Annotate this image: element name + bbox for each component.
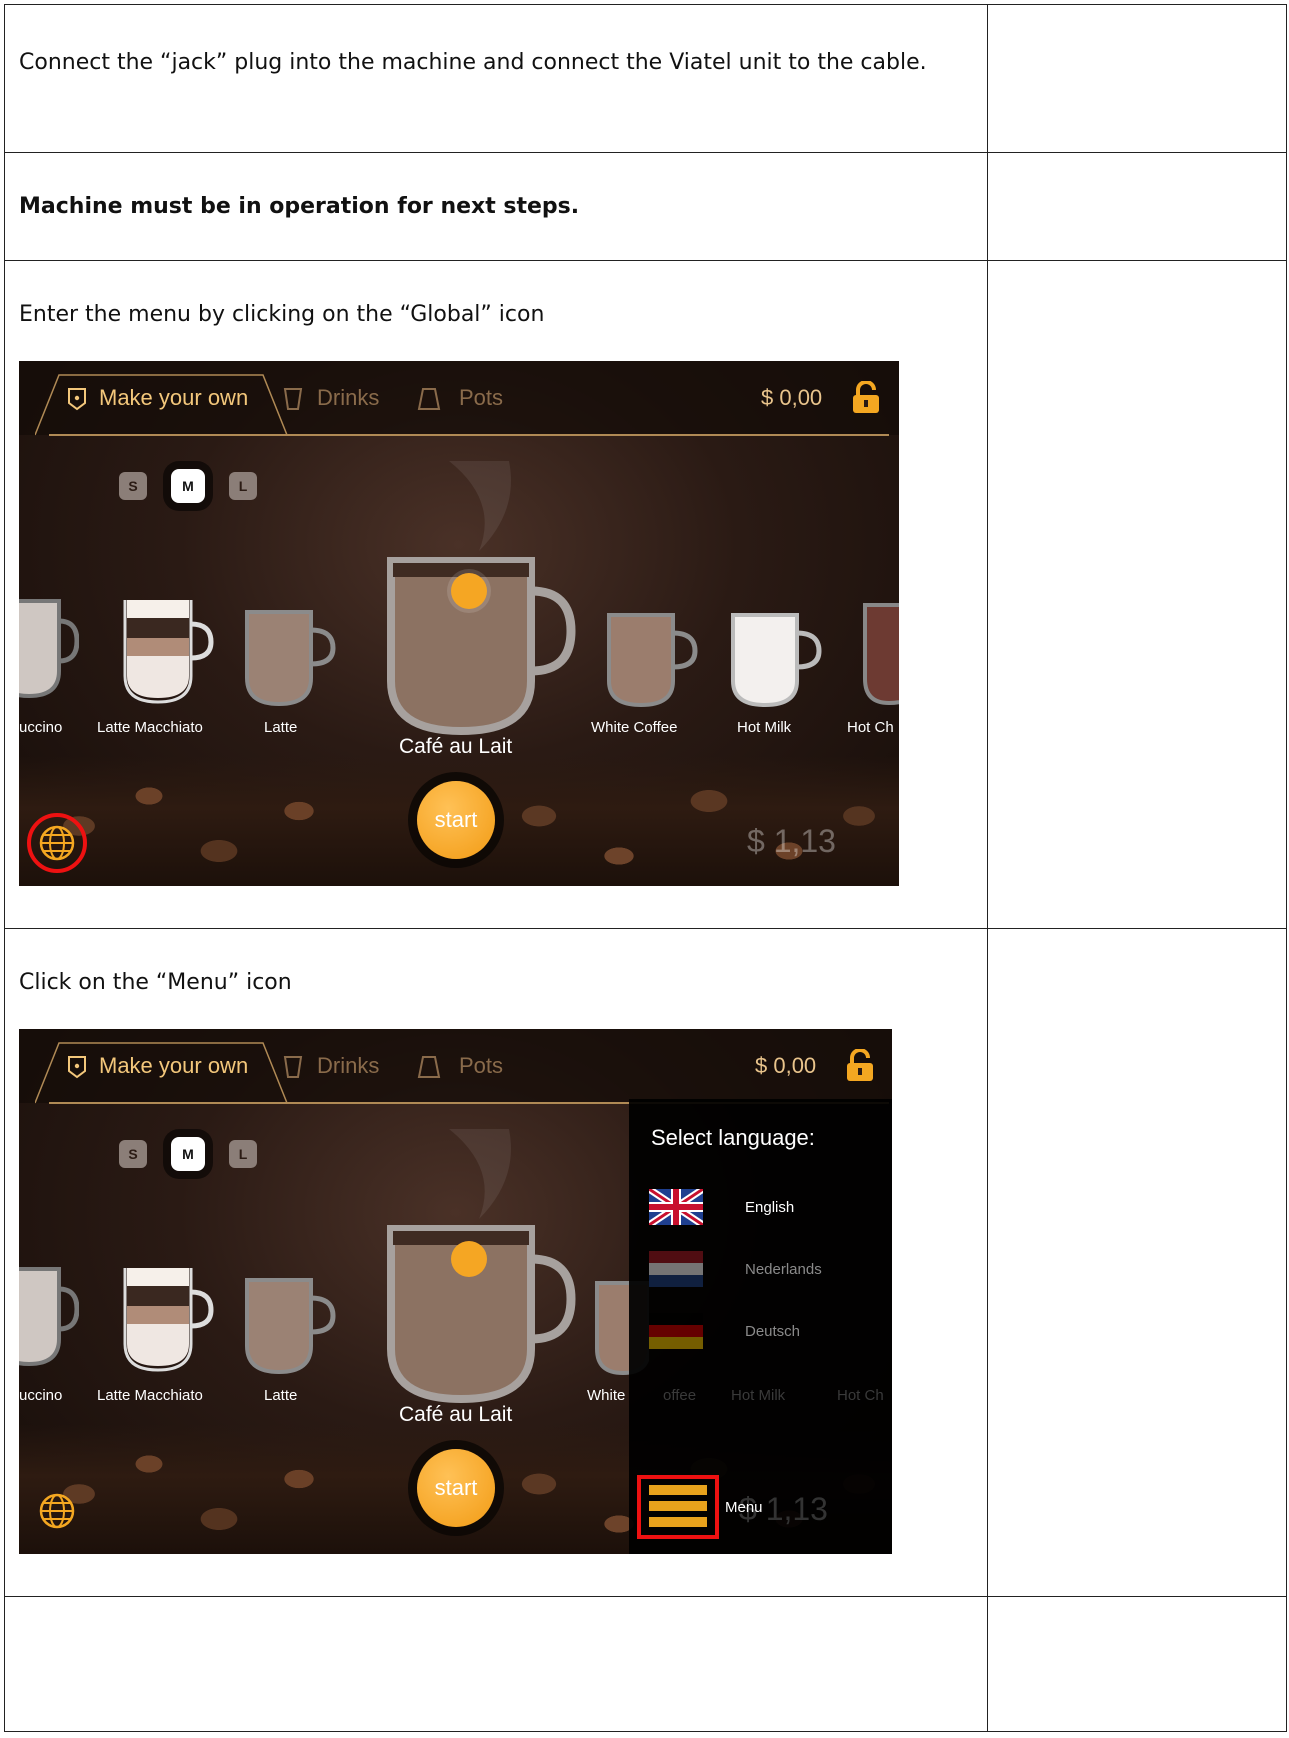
tab-pots[interactable]: Pots [459,385,503,411]
highlight-menu [637,1475,719,1539]
step-text: Enter the menu by clicking on the “Globa… [19,302,545,327]
drink-label: Hot Milk [737,719,792,736]
drink-label-partial: White [587,1387,626,1404]
language-label: Deutsch [745,1323,801,1340]
drink-label: Latte [264,719,298,736]
screenshot-frame: Make your own Drinks Pots $ 0,00 S M L u… [19,361,987,886]
make-own-icon [68,1056,86,1079]
drink-label: White Coffee [591,719,678,736]
table-row [4,1596,1287,1732]
drink-label: uccino [19,1387,63,1404]
drink-label: Hot Ch [847,719,894,736]
tab-make-your-own[interactable]: Make your own [99,1053,248,1079]
step-text: Click on the “Menu” icon [19,970,292,995]
make-own-icon [68,388,86,411]
steam-graphic [449,461,511,551]
size-l[interactable]: L [229,472,257,500]
selected-indicator [451,573,487,609]
cup-white-coffee[interactable] [601,609,701,714]
tab-pots[interactable]: Pots [459,1053,503,1079]
globe-icon[interactable] [37,1491,77,1531]
drink-label-faded: Hot Milk [731,1387,786,1404]
drink-label: Latte Macchiato [97,1387,203,1404]
machine-screen: Make your own Drinks Pots $ 0,00 S M L u… [19,361,899,886]
table-row: Machine must be in operation for next st… [4,152,1287,261]
step-cell: Enter the menu by clicking on the “Globa… [4,260,988,929]
menu-label: Menu [725,1499,763,1516]
uk-flag-icon [649,1189,703,1225]
drinks-icon [283,1056,303,1078]
drink-label: uccino [19,719,63,736]
highlight-globe [27,813,87,873]
tab-drinks[interactable]: Drinks [317,385,379,411]
start-button[interactable]: start [417,781,495,859]
table-row: Enter the menu by clicking on the “Globa… [4,260,1287,929]
pots-icon [417,1056,441,1078]
cup-latte-macchiato[interactable] [117,1264,217,1374]
size-selector: S M L [119,463,279,509]
notes-cell [987,4,1287,153]
language-label: English [745,1199,795,1216]
nl-flag-icon [649,1251,703,1287]
balance: $ 0,00 [755,1053,817,1078]
table-row: Connect the “jack” plug into the machine… [4,4,1287,153]
cup-latte-macchiato[interactable] [117,596,217,706]
start-button[interactable]: start [417,1449,495,1527]
step-cell: Click on the “Menu” icon Make your own D… [4,928,988,1597]
steam-graphic [449,1129,511,1219]
cup-latte[interactable] [239,1274,339,1379]
language-english[interactable]: English [649,1189,879,1229]
size-m[interactable]: M [171,1137,205,1171]
cup-cappuccino[interactable] [19,1259,79,1369]
screenshot-frame: Make your own Drinks Pots $ 0,00 S M L u… [19,1029,987,1554]
language-label: Nederlands [745,1261,822,1278]
size-s[interactable]: S [119,1140,147,1168]
balance: $ 0,00 [761,385,823,410]
step-cell: Machine must be in operation for next st… [4,152,988,261]
drink-label-faded: offee [663,1387,697,1404]
language-panel-title: Select language: [651,1125,815,1150]
size-selector: S M L [119,1131,279,1177]
drink-label: Latte [264,1387,298,1404]
drinks-icon [283,388,303,410]
cup-latte[interactable] [239,606,339,711]
notes-cell [987,260,1287,929]
notes-cell [987,928,1287,1597]
size-s[interactable]: S [119,472,147,500]
table-row: Click on the “Menu” icon Make your own D… [4,928,1287,1597]
size-l[interactable]: L [229,1140,257,1168]
cup-hot-chocolate[interactable] [859,599,899,709]
language-german[interactable]: Deutsch [649,1313,879,1353]
tab-underline [49,434,889,436]
tab-make-your-own[interactable]: Make your own [99,385,248,411]
instruction-table: Connect the “jack” plug into the machine… [4,4,1287,1732]
notes-cell [987,152,1287,261]
tab-drinks[interactable]: Drinks [317,1053,379,1079]
step-text-bold: Machine must be in operation for next st… [19,194,580,219]
step-text: Connect the “jack” plug into the machine… [19,50,927,75]
cup-hot-milk[interactable] [725,609,825,714]
machine-screen-menu: Make your own Drinks Pots $ 0,00 S M L u… [19,1029,892,1554]
step-cell: Connect the “jack” plug into the machine… [4,4,988,153]
notes-cell [987,1596,1287,1732]
lock-icon[interactable] [845,1049,875,1083]
pots-icon [417,388,441,410]
drink-price: $ 1,13 [747,823,836,859]
size-m[interactable]: M [171,469,205,503]
de-flag-icon [649,1313,703,1349]
selected-indicator [451,1241,487,1277]
lock-icon[interactable] [851,381,881,415]
cup-cappuccino[interactable] [19,591,79,701]
step-cell-empty [4,1596,988,1732]
drink-label: Latte Macchiato [97,719,203,736]
drink-label-faded: Hot Ch [837,1387,884,1404]
language-panel: Select language: English Nederlands Deut… [629,1099,892,1554]
language-dutch[interactable]: Nederlands [649,1251,879,1291]
